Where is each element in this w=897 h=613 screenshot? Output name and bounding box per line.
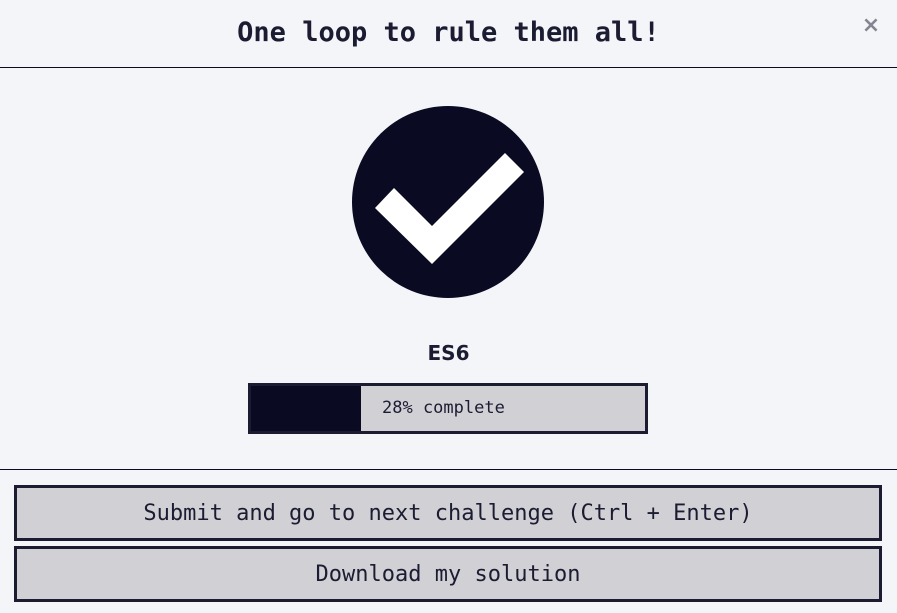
progress-label: 28% complete bbox=[382, 398, 505, 418]
download-solution-button[interactable]: Download my solution bbox=[14, 546, 882, 602]
close-button[interactable]: × bbox=[859, 12, 883, 40]
progress-fill bbox=[251, 386, 362, 431]
progress-bar: 28% complete bbox=[248, 383, 648, 434]
certification-name: ES6 bbox=[427, 341, 470, 365]
modal-body: ES6 28% complete bbox=[0, 68, 897, 470]
modal-title: One loop to rule them all! bbox=[237, 17, 660, 48]
modal-header: One loop to rule them all! × bbox=[0, 0, 897, 68]
submit-next-challenge-button[interactable]: Submit and go to next challenge (Ctrl + … bbox=[14, 485, 882, 541]
check-circle-icon bbox=[352, 106, 544, 298]
